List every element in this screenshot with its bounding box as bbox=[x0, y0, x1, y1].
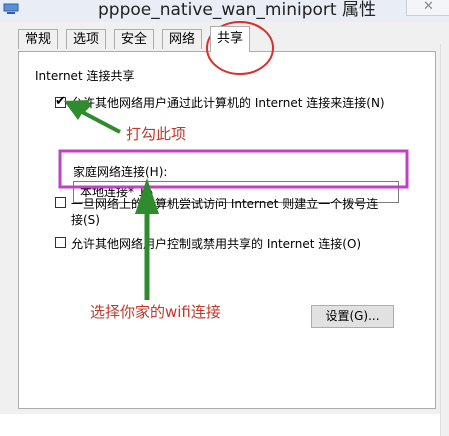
allow-share-label: 允许其他网络用户通过此计算机的 Internet 连接来连接(N) bbox=[71, 96, 385, 110]
allow-control-checkbox[interactable] bbox=[55, 237, 66, 248]
dial-on-demand-label: 一旦网络上的计算机尝试访问 Internet 则建立一个拨号连 bbox=[71, 197, 379, 211]
annotation-choose-wifi: 选择你家的wifi连接 bbox=[90, 303, 221, 321]
sharing-panel: Internet 连接共享 ✔ 允许其他网络用户通过此计算机的 Internet… bbox=[18, 51, 436, 409]
tab-sharing[interactable]: 共享 bbox=[210, 26, 251, 52]
tab-general[interactable]: 常规 bbox=[18, 29, 59, 49]
title-bar: pppoe_native_wan_miniport 属性 ✕ bbox=[0, 0, 449, 23]
settings-button[interactable]: 设置(G)... bbox=[311, 305, 394, 328]
tab-security[interactable]: 安全 bbox=[114, 29, 155, 49]
ics-group-label: Internet 连接共享 bbox=[35, 69, 135, 83]
scrollbar-track bbox=[440, 44, 449, 436]
dial-on-demand-checkbox[interactable] bbox=[55, 197, 66, 208]
home-network-label: 家庭网络连接(H): bbox=[73, 165, 168, 179]
allow-share-checkbox[interactable]: ✔ bbox=[55, 94, 66, 109]
network-connection-icon bbox=[3, 3, 19, 14]
allow-control-label: 允许其他网络用户控制或禁用共享的 Internet 连接(O) bbox=[71, 237, 362, 251]
window-title: pppoe_native_wan_miniport 属性 bbox=[98, 0, 376, 20]
checkmark-icon: ✔ bbox=[55, 94, 66, 109]
dial-on-demand-label-cont: 接(S) bbox=[71, 213, 100, 227]
tab-options[interactable]: 选项 bbox=[66, 29, 107, 49]
properties-dialog: 常规 选项 安全 网络 共享 Internet 连接共享 ✔ 允许其他网络用户通… bbox=[0, 22, 449, 436]
annotation-check-this: 打勾此项 bbox=[126, 125, 187, 143]
tab-networking[interactable]: 网络 bbox=[162, 29, 203, 49]
close-button[interactable]: ✕ bbox=[406, 0, 449, 16]
